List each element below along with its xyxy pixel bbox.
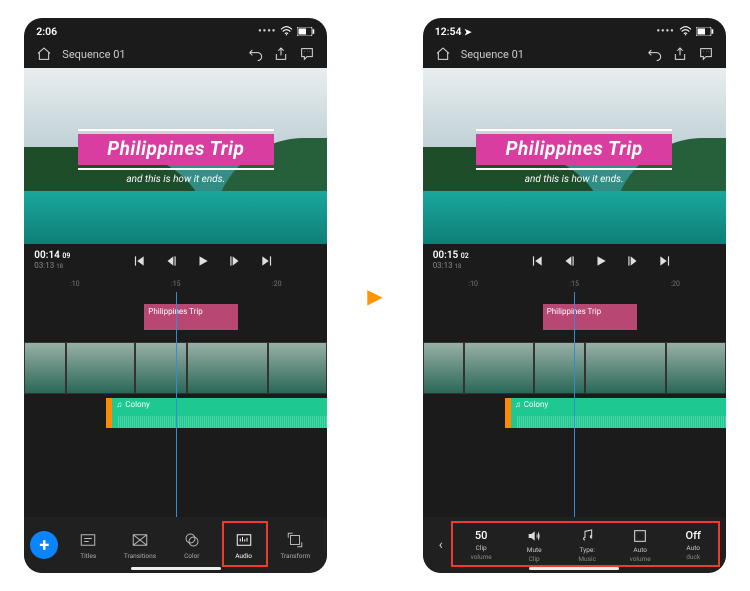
audio-clip[interactable]: ♫Colony <box>106 398 327 428</box>
status-time: 12:54 <box>435 25 462 38</box>
status-bar: 12:54 ➤ •••• <box>423 18 726 40</box>
share-icon[interactable] <box>273 46 289 62</box>
skip-end-icon[interactable] <box>260 254 274 268</box>
phone-left: 2:06 •••• Sequence 01 Philippines Trip a… <box>24 18 327 573</box>
volume-icon <box>526 528 542 544</box>
video-subtitle: and this is how it ends. <box>476 174 672 185</box>
step-fwd-icon[interactable] <box>626 254 640 268</box>
playhead[interactable] <box>176 292 177 517</box>
home-icon[interactable] <box>36 46 52 62</box>
wifi-icon <box>679 26 692 36</box>
sequence-title: Sequence 01 <box>62 48 125 61</box>
battery-icon <box>696 27 714 36</box>
step-fwd-icon[interactable] <box>228 254 242 268</box>
bottom-toolbar: + Titles Transitions Color Audio Transfo… <box>24 517 327 573</box>
audio-clip[interactable]: ♫Colony <box>505 398 726 428</box>
tool-auto-volume[interactable]: Auto volume <box>614 528 667 563</box>
wifi-icon <box>280 26 293 36</box>
cellular-icon: •••• <box>258 26 276 37</box>
video-preview[interactable]: Philippines Trip and this is how it ends… <box>423 68 726 244</box>
skip-start-icon[interactable] <box>530 254 544 268</box>
step-back-icon[interactable] <box>562 254 576 268</box>
title-clip[interactable]: Philippines Trip <box>144 304 238 330</box>
music-icon <box>579 528 595 544</box>
location-icon: ➤ <box>464 28 472 38</box>
audio-toolbar: ‹ 50 Clip volume Mute Clip Type: Music A… <box>423 517 726 573</box>
music-note-icon: ♫ <box>515 400 521 409</box>
home-icon[interactable] <box>435 46 451 62</box>
comment-icon[interactable] <box>299 46 315 62</box>
transport-bar: 00:15 02 03:13 18 <box>423 244 726 278</box>
play-icon[interactable] <box>594 254 608 268</box>
skip-start-icon[interactable] <box>132 254 146 268</box>
step-back-icon[interactable] <box>164 254 178 268</box>
comment-icon[interactable] <box>698 46 714 62</box>
arrow-right-icon: ▶ <box>367 284 382 308</box>
playhead[interactable] <box>574 292 575 517</box>
title-overlay: Philippines Trip and this is how it ends… <box>476 126 672 185</box>
timeline[interactable]: Philippines Trip ♫Colony <box>24 292 327 517</box>
home-indicator <box>529 567 619 570</box>
tool-clip-volume[interactable]: 50 Clip volume <box>455 529 508 561</box>
app-bar: Sequence 01 <box>423 40 726 68</box>
tool-auto-duck[interactable]: Off Auto duck <box>667 529 720 561</box>
tool-transitions[interactable]: Transitions <box>114 531 166 560</box>
sequence-title: Sequence 01 <box>461 48 524 61</box>
tool-audio[interactable]: Audio <box>218 531 270 560</box>
transport-bar: 00:14 09 03:13 18 <box>24 244 327 278</box>
timeline-ruler: :10:15:20 <box>24 278 327 292</box>
undo-icon[interactable] <box>247 46 263 62</box>
title-overlay: Philippines Trip and this is how it ends… <box>78 126 274 185</box>
tool-color[interactable]: Color <box>166 531 218 560</box>
video-preview[interactable]: Philippines Trip and this is how it ends… <box>24 68 327 244</box>
phone-right: 12:54 ➤ •••• Sequence 01 Philippines Tri… <box>423 18 726 573</box>
timeline-ruler: :10:15:20 <box>423 278 726 292</box>
play-icon[interactable] <box>196 254 210 268</box>
home-indicator <box>131 567 221 570</box>
battery-icon <box>297 27 315 36</box>
video-title: Philippines Trip <box>78 134 274 165</box>
checkbox-icon <box>632 528 648 544</box>
tool-transform[interactable]: Transform <box>269 531 321 560</box>
cellular-icon: •••• <box>657 26 675 37</box>
undo-icon[interactable] <box>646 46 662 62</box>
status-time: 2:06 <box>36 25 57 38</box>
video-subtitle: and this is how it ends. <box>78 174 274 185</box>
app-bar: Sequence 01 <box>24 40 327 68</box>
tool-titles[interactable]: Titles <box>62 531 114 560</box>
add-button[interactable]: + <box>30 531 58 559</box>
skip-end-icon[interactable] <box>658 254 672 268</box>
time-display: 00:15 02 03:13 18 <box>433 251 469 271</box>
status-bar: 2:06 •••• <box>24 18 327 40</box>
title-clip[interactable]: Philippines Trip <box>543 304 637 330</box>
tool-mute-clip[interactable]: Mute Clip <box>508 528 561 563</box>
share-icon[interactable] <box>672 46 688 62</box>
music-note-icon: ♫ <box>116 400 122 409</box>
tool-type-music[interactable]: Type: Music <box>561 528 614 563</box>
time-display: 00:14 09 03:13 18 <box>34 251 70 271</box>
timeline[interactable]: Philippines Trip ♫Colony <box>423 292 726 517</box>
video-title: Philippines Trip <box>476 134 672 165</box>
back-button[interactable]: ‹ <box>429 537 453 553</box>
